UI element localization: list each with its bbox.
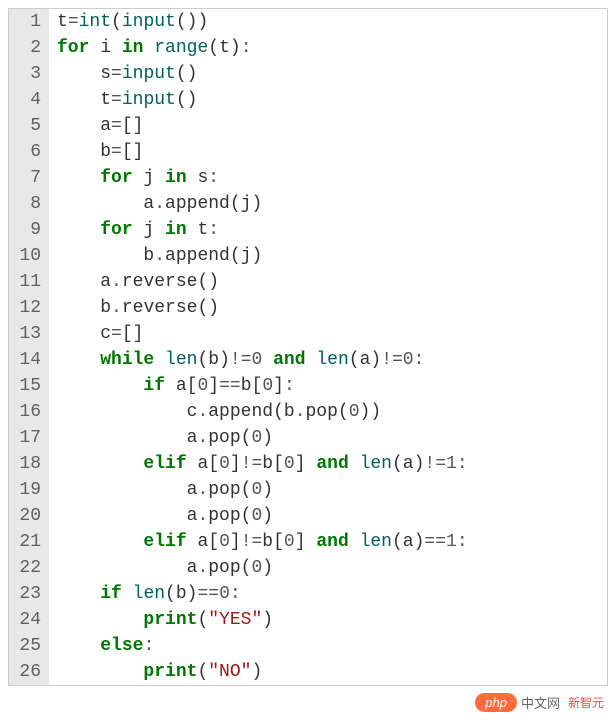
line-number: 3 bbox=[9, 61, 49, 87]
code-line: 21 elif a[0]!=b[0] and len(a)==1: bbox=[9, 529, 607, 555]
line-content: print("NO") bbox=[49, 659, 607, 685]
code-line: 5 a=[] bbox=[9, 113, 607, 139]
code-line: 22 a.pop(0) bbox=[9, 555, 607, 581]
line-content: for i in range(t): bbox=[49, 35, 607, 61]
watermark-badge: php bbox=[475, 693, 517, 712]
line-number: 25 bbox=[9, 633, 49, 659]
code-line: 15 if a[0]==b[0]: bbox=[9, 373, 607, 399]
line-number: 4 bbox=[9, 87, 49, 113]
line-content: a.append(j) bbox=[49, 191, 607, 217]
line-content: elif a[0]!=b[0] and len(a)==1: bbox=[49, 529, 607, 555]
code-line: 11 a.reverse() bbox=[9, 269, 607, 295]
code-line: 13 c=[] bbox=[9, 321, 607, 347]
code-line: 1t=int(input()) bbox=[9, 9, 607, 35]
line-number: 18 bbox=[9, 451, 49, 477]
code-line: 10 b.append(j) bbox=[9, 243, 607, 269]
line-number: 16 bbox=[9, 399, 49, 425]
line-content: t=int(input()) bbox=[49, 9, 607, 35]
line-number: 2 bbox=[9, 35, 49, 61]
line-content: print("YES") bbox=[49, 607, 607, 633]
line-content: for j in s: bbox=[49, 165, 607, 191]
code-line: 20 a.pop(0) bbox=[9, 503, 607, 529]
line-number: 1 bbox=[9, 9, 49, 35]
code-line: 16 c.append(b.pop(0)) bbox=[9, 399, 607, 425]
code-line: 12 b.reverse() bbox=[9, 295, 607, 321]
code-line: 14 while len(b)!=0 and len(a)!=0: bbox=[9, 347, 607, 373]
code-line: 24 print("YES") bbox=[9, 607, 607, 633]
line-number: 19 bbox=[9, 477, 49, 503]
line-number: 23 bbox=[9, 581, 49, 607]
line-content: a=[] bbox=[49, 113, 607, 139]
line-number: 7 bbox=[9, 165, 49, 191]
code-line: 23 if len(b)==0: bbox=[9, 581, 607, 607]
line-content: if a[0]==b[0]: bbox=[49, 373, 607, 399]
watermark-text: 中文网 bbox=[521, 693, 560, 712]
line-number: 21 bbox=[9, 529, 49, 555]
line-number: 15 bbox=[9, 373, 49, 399]
code-line: 18 elif a[0]!=b[0] and len(a)!=1: bbox=[9, 451, 607, 477]
line-content: b=[] bbox=[49, 139, 607, 165]
code-line: 26 print("NO") bbox=[9, 659, 607, 685]
line-content: a.pop(0) bbox=[49, 477, 607, 503]
code-line: 7 for j in s: bbox=[9, 165, 607, 191]
code-line: 8 a.append(j) bbox=[9, 191, 607, 217]
code-line: 19 a.pop(0) bbox=[9, 477, 607, 503]
line-content: b.reverse() bbox=[49, 295, 607, 321]
code-line: 2for i in range(t): bbox=[9, 35, 607, 61]
line-number: 22 bbox=[9, 555, 49, 581]
line-content: a.reverse() bbox=[49, 269, 607, 295]
code-line: 3 s=input() bbox=[9, 61, 607, 87]
line-content: else: bbox=[49, 633, 607, 659]
line-number: 17 bbox=[9, 425, 49, 451]
line-content: if len(b)==0: bbox=[49, 581, 607, 607]
line-number: 14 bbox=[9, 347, 49, 373]
line-content: for j in t: bbox=[49, 217, 607, 243]
line-content: a.pop(0) bbox=[49, 555, 607, 581]
line-number: 6 bbox=[9, 139, 49, 165]
code-line: 9 for j in t: bbox=[9, 217, 607, 243]
line-number: 5 bbox=[9, 113, 49, 139]
line-content: s=input() bbox=[49, 61, 607, 87]
line-content: a.pop(0) bbox=[49, 425, 607, 451]
line-content: c=[] bbox=[49, 321, 607, 347]
line-number: 11 bbox=[9, 269, 49, 295]
line-number: 8 bbox=[9, 191, 49, 217]
code-line: 17 a.pop(0) bbox=[9, 425, 607, 451]
code-block: 1t=int(input())2for i in range(t):3 s=in… bbox=[8, 8, 608, 686]
line-content: b.append(j) bbox=[49, 243, 607, 269]
line-content: while len(b)!=0 and len(a)!=0: bbox=[49, 347, 607, 373]
line-number: 12 bbox=[9, 295, 49, 321]
line-content: c.append(b.pop(0)) bbox=[49, 399, 607, 425]
watermark: php 中文网 新智元 bbox=[475, 693, 604, 712]
watermark-sub: 新智元 bbox=[568, 694, 604, 711]
line-number: 20 bbox=[9, 503, 49, 529]
line-number: 10 bbox=[9, 243, 49, 269]
line-number: 26 bbox=[9, 659, 49, 685]
line-number: 9 bbox=[9, 217, 49, 243]
line-number: 24 bbox=[9, 607, 49, 633]
code-line: 25 else: bbox=[9, 633, 607, 659]
line-number: 13 bbox=[9, 321, 49, 347]
line-content: elif a[0]!=b[0] and len(a)!=1: bbox=[49, 451, 607, 477]
line-content: t=input() bbox=[49, 87, 607, 113]
code-line: 6 b=[] bbox=[9, 139, 607, 165]
code-line: 4 t=input() bbox=[9, 87, 607, 113]
line-content: a.pop(0) bbox=[49, 503, 607, 529]
